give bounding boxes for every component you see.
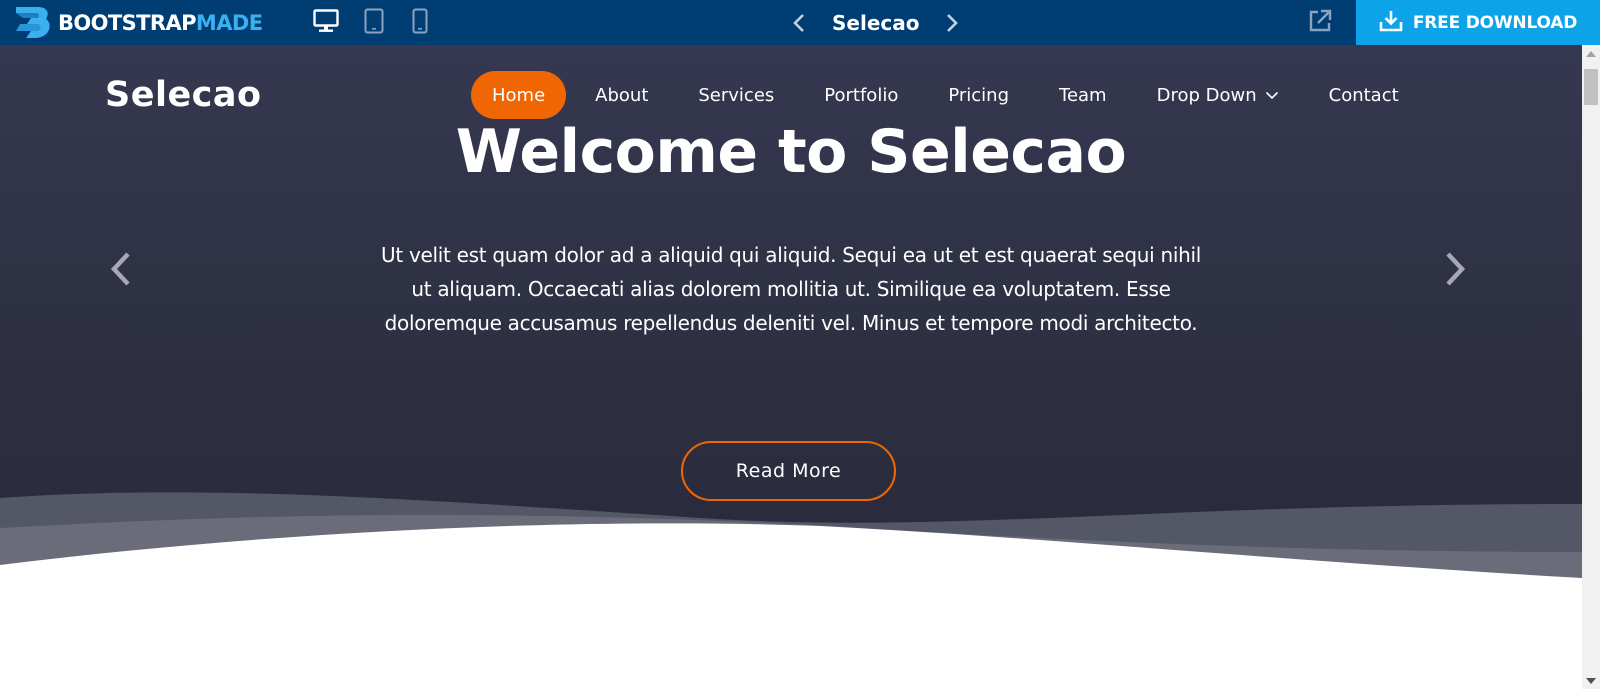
carousel-next-icon [1444, 251, 1466, 291]
nav-item-home[interactable]: Home [471, 71, 567, 119]
bootstrapmade-logo-icon [14, 4, 54, 41]
brand-text-made: MADE [195, 10, 263, 35]
device-mobile-button[interactable] [406, 8, 434, 38]
scroll-up-arrow-icon[interactable] [1582, 45, 1600, 62]
chevron-right-icon[interactable] [941, 8, 963, 38]
nav-item-pricing[interactable]: Pricing [927, 71, 1030, 119]
desktop-icon [313, 9, 339, 37]
brand-text: BOOTSTRAPMADE [58, 10, 263, 35]
nav-item-drop-down-label: Drop Down [1156, 84, 1257, 106]
tablet-icon [364, 8, 384, 38]
bootstrapmade-brand[interactable]: BOOTSTRAPMADE [14, 4, 263, 41]
chevron-left-icon[interactable] [788, 8, 810, 38]
nav-item-about[interactable]: About [574, 71, 669, 119]
download-icon [1379, 10, 1403, 36]
template-preview-frame: Selecao Home About Services Portfolio Pr… [0, 45, 1582, 689]
nav-item-drop-down[interactable]: Drop Down [1136, 71, 1300, 119]
carousel-prev-button[interactable] [104, 248, 138, 294]
preview-bar: BOOTSTRAPMADE Selecao FREE DOWNLOAD [0, 0, 1600, 45]
nav-item-portfolio[interactable]: Portfolio [803, 71, 919, 119]
scroll-down-arrow-icon[interactable] [1582, 672, 1600, 689]
nav-item-team[interactable]: Team [1038, 71, 1128, 119]
hero-title: Welcome to Selecao [455, 117, 1127, 187]
template-title: Selecao [832, 11, 920, 35]
scroll-thumb[interactable] [1584, 69, 1598, 105]
brand-text-bootstrap: BOOTSTRAP [58, 10, 197, 35]
free-download-label: FREE DOWNLOAD [1412, 12, 1578, 33]
read-more-button[interactable]: Read More [681, 441, 896, 501]
external-link-icon [1307, 8, 1333, 38]
site-logo[interactable]: Selecao [105, 75, 262, 115]
free-download-button[interactable]: FREE DOWNLOAD [1356, 0, 1600, 45]
carousel-prev-icon [110, 251, 132, 291]
nav-item-services[interactable]: Services [677, 71, 795, 119]
hero-description: Ut velit est quam dolor ad a aliquid qui… [381, 243, 1201, 335]
vertical-scrollbar[interactable] [1582, 45, 1600, 689]
carousel-next-button[interactable] [1438, 248, 1472, 294]
open-in-new-window-button[interactable] [1306, 9, 1334, 37]
mobile-icon [412, 8, 428, 38]
chevron-down-icon [1265, 90, 1279, 100]
device-tablet-button[interactable] [360, 8, 388, 38]
template-switcher: Selecao [788, 8, 963, 38]
main-nav: Home About Services Portfolio Pricing Te… [471, 71, 1428, 119]
device-desktop-button[interactable] [312, 9, 340, 37]
nav-item-contact[interactable]: Contact [1308, 71, 1420, 119]
hero-wave-decoration [0, 492, 1582, 630]
